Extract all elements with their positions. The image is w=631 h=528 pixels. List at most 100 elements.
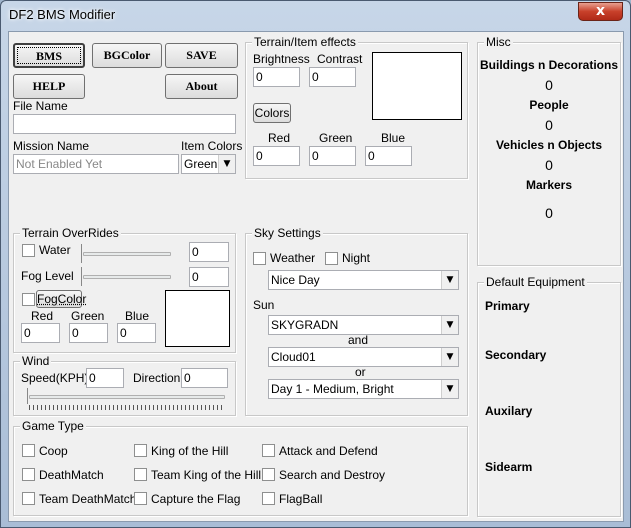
fog-color-checkbox[interactable]: [22, 293, 35, 306]
brightness-input[interactable]: 0: [253, 67, 300, 87]
water-slider[interactable]: [81, 244, 173, 264]
default-equipment-title: Default Equipment: [484, 275, 587, 289]
terrain-green-label: Green: [319, 131, 353, 145]
sky-preset-value: Nice Day: [271, 273, 320, 287]
help-button[interactable]: HELP: [13, 74, 85, 99]
file-name-input[interactable]: [13, 114, 236, 134]
sun-texture-select[interactable]: SKYGRADN ▼: [268, 315, 459, 335]
item-colors-select[interactable]: Green ▼: [181, 154, 236, 174]
team-king-of-the-hill-checkbox[interactable]: [134, 468, 147, 481]
wind-slider[interactable]: [27, 388, 227, 410]
secondary-label: Secondary: [485, 348, 547, 362]
deathmatch-checkbox[interactable]: [22, 468, 35, 481]
capture-the-flag-checkbox[interactable]: [134, 492, 147, 505]
chevron-down-icon: ▼: [441, 348, 458, 366]
close-button[interactable]: x: [578, 2, 623, 21]
fog-level-slider[interactable]: [81, 267, 173, 287]
about-button[interactable]: About: [165, 74, 238, 99]
vehicles-count: 0: [545, 157, 553, 173]
terrain-overrides-title: Terrain OverRides: [20, 226, 121, 240]
game-type-option: Capture the Flag: [151, 492, 241, 506]
search-and-destroy-checkbox[interactable]: [262, 468, 275, 481]
file-name-label: File Name: [13, 99, 68, 113]
wind-title: Wind: [20, 354, 52, 368]
coop-checkbox[interactable]: [22, 444, 35, 457]
item-colors-value: Green: [184, 157, 218, 171]
fog-green-input[interactable]: 0: [69, 323, 108, 343]
flagball-checkbox[interactable]: [262, 492, 275, 505]
chevron-down-icon: ▼: [218, 155, 235, 173]
game-type-option: DeathMatch: [39, 468, 104, 482]
water-slider-track: [83, 252, 171, 256]
people-count: 0: [545, 117, 553, 133]
sun-texture-value: SKYGRADN: [271, 318, 339, 332]
mission-name-input[interactable]: Not Enabled Yet: [13, 154, 179, 174]
brightness-label: Brightness: [253, 52, 310, 66]
or-label: or: [355, 365, 366, 379]
colors-button[interactable]: Colors: [253, 103, 291, 123]
time-preset-value: Day 1 - Medium, Bright: [271, 382, 394, 396]
markers-count: 0: [545, 205, 553, 221]
fog-green-label: Green: [71, 309, 105, 323]
fog-level-input[interactable]: 0: [189, 267, 229, 287]
fog-level-slider-track: [83, 275, 171, 279]
misc-title: Misc: [484, 35, 513, 49]
wind-slider-track: [29, 395, 225, 399]
cloud-select[interactable]: Cloud01 ▼: [268, 347, 459, 367]
save-button[interactable]: SAVE: [165, 43, 238, 68]
wind-direction-label: Direction: [133, 371, 181, 385]
misc-group: Misc: [477, 35, 621, 266]
water-label: Water: [39, 243, 71, 257]
sky-preset-select[interactable]: Nice Day ▼: [268, 270, 459, 290]
title-bar[interactable]: DF2 BMS Modifier x: [1, 1, 630, 31]
time-preset-select[interactable]: Day 1 - Medium, Bright ▼: [268, 379, 459, 399]
team-deathmatch-checkbox[interactable]: [22, 492, 35, 505]
fog-color-button[interactable]: FogColor: [36, 290, 86, 308]
wind-speed-label: Speed(KPH): [21, 371, 89, 385]
wind-slider-ticks: [29, 405, 225, 410]
fog-blue-label: Blue: [125, 309, 150, 323]
sun-label: Sun: [253, 298, 275, 312]
bgcolor-button[interactable]: BGColor: [92, 43, 162, 68]
chevron-down-icon: ▼: [441, 380, 458, 398]
game-type-option: Attack and Defend: [279, 444, 378, 458]
terrain-blue-input[interactable]: 0: [365, 146, 412, 166]
auxilary-label: Auxilary: [485, 404, 533, 418]
cloud-value: Cloud01: [271, 350, 316, 364]
mission-name-label: Mission Name: [13, 139, 90, 153]
game-type-option: Team DeathMatch: [39, 492, 137, 506]
contrast-input[interactable]: 0: [309, 67, 356, 87]
terrain-red-input[interactable]: 0: [253, 146, 300, 166]
terrain-color-swatch: [372, 52, 462, 120]
weather-label: Weather: [270, 251, 316, 265]
wind-direction-input[interactable]: 0: [181, 368, 228, 388]
wind-speed-input[interactable]: 0: [86, 368, 124, 388]
vehicles-label: Vehicles n Objects: [495, 138, 603, 152]
weather-checkbox[interactable]: [253, 252, 266, 265]
close-icon: x: [595, 3, 606, 19]
buildings-label: Buildings n Decorations: [479, 58, 618, 72]
bms-button[interactable]: BMS: [13, 43, 85, 68]
water-checkbox[interactable]: [22, 244, 35, 257]
king-of-the-hill-checkbox[interactable]: [134, 444, 147, 457]
chevron-down-icon: ▼: [441, 316, 458, 334]
terrain-blue-label: Blue: [381, 131, 406, 145]
window-title: DF2 BMS Modifier: [9, 7, 116, 22]
sidearm-label: Sidearm: [485, 460, 533, 474]
night-label: Night: [342, 251, 371, 265]
fog-red-input[interactable]: 0: [21, 323, 60, 343]
terrain-green-input[interactable]: 0: [309, 146, 356, 166]
game-type-option: King of the Hill: [151, 444, 229, 458]
game-type-option: FlagBall: [279, 492, 323, 506]
water-input[interactable]: 0: [189, 242, 229, 262]
fog-level-label: Fog Level: [21, 269, 74, 283]
night-checkbox[interactable]: [325, 252, 338, 265]
attack-and-defend-checkbox[interactable]: [262, 444, 275, 457]
fog-blue-input[interactable]: 0: [117, 323, 156, 343]
terrain-red-label: Red: [268, 131, 291, 145]
default-equipment-group: Default Equipment: [477, 275, 621, 517]
client-area: BMS BGColor SAVE HELP About File Name Mi…: [8, 31, 624, 522]
buildings-count: 0: [545, 77, 553, 93]
contrast-label: Contrast: [317, 52, 363, 66]
game-type-option: Search and Destroy: [279, 468, 386, 482]
